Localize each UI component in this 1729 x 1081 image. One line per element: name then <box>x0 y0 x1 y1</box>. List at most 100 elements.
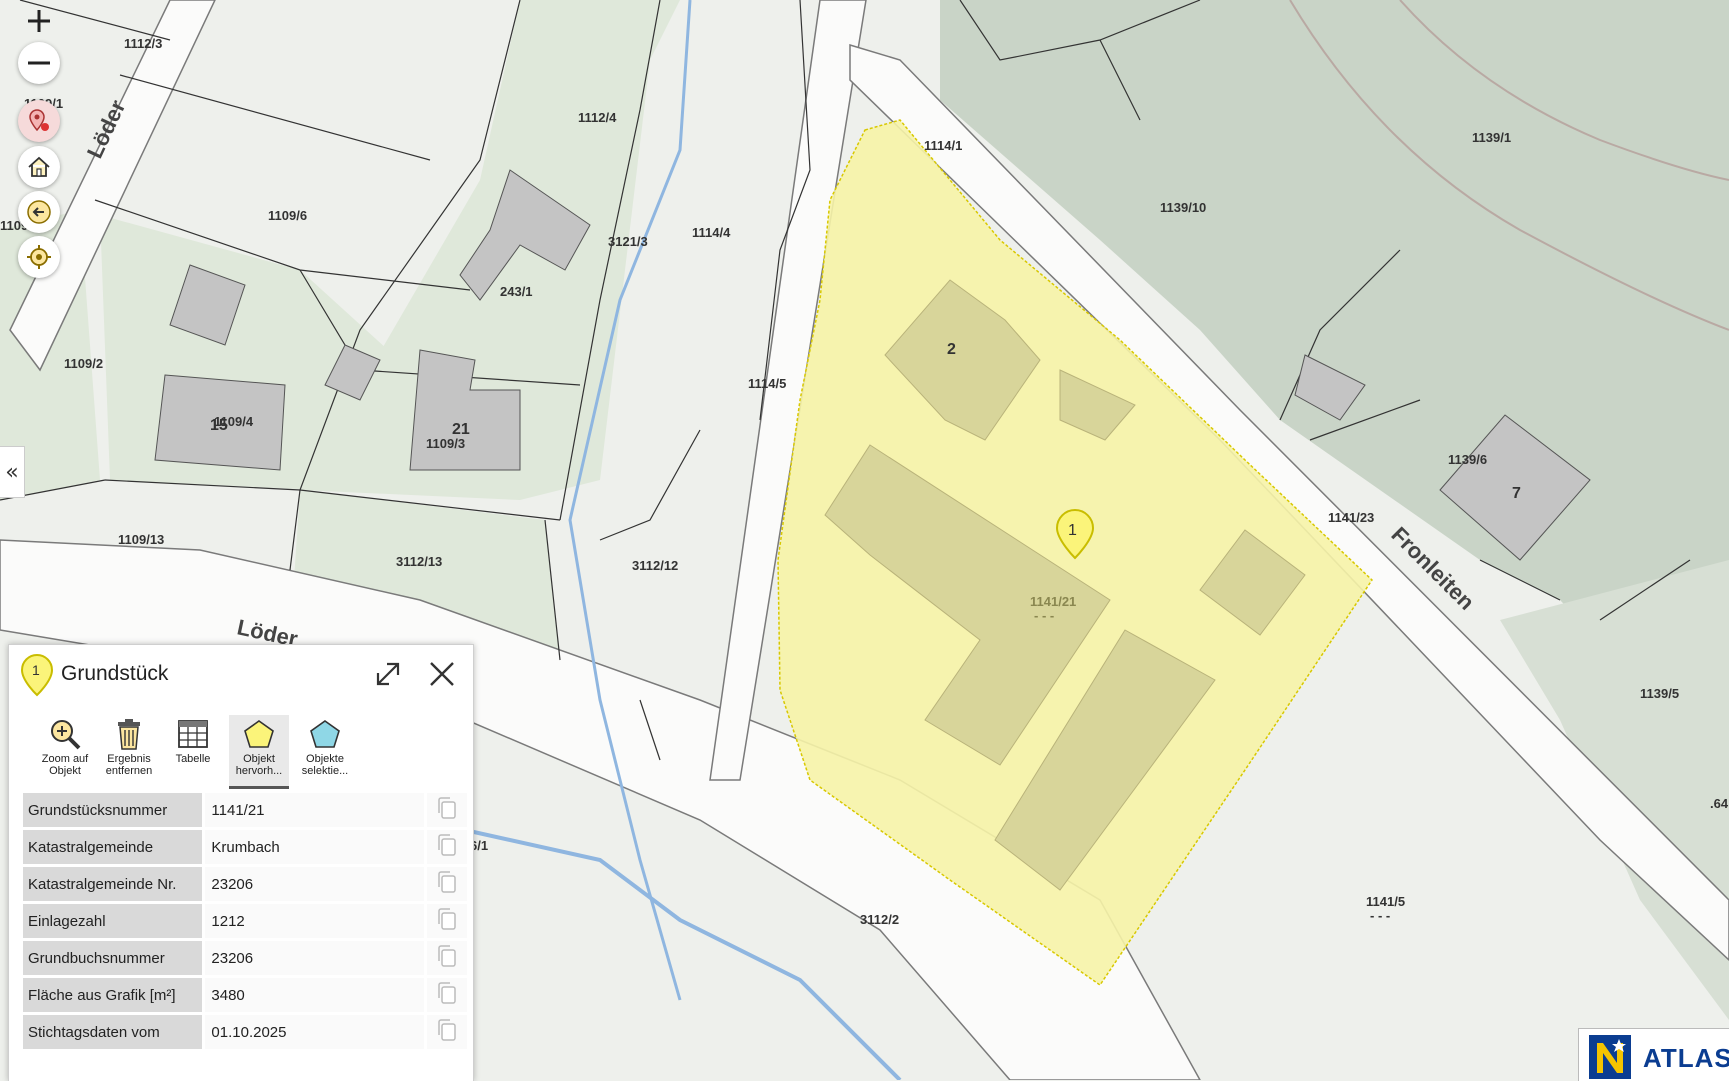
attribute-value: 23206 <box>202 939 426 978</box>
panel-header: 1 Grundstück <box>9 645 473 703</box>
tool-label: Objekt hervorh... <box>235 753 283 777</box>
attribute-value: 1212 <box>202 902 426 941</box>
attribute-key: Einlagezahl <box>23 902 204 941</box>
table-icon <box>178 720 208 748</box>
parcel-label-sub: - - - <box>1034 608 1054 623</box>
parcel-label: 1114/5 <box>748 376 786 391</box>
parcel-label: 3112/2 <box>860 912 899 927</box>
parcel-label-sub: - - - <box>1370 908 1390 923</box>
side-panel-toggle[interactable]: « <box>0 446 25 498</box>
parcel-label: 1114/4 <box>692 225 731 240</box>
copy-icon <box>438 797 456 819</box>
parcel-label: 3121/3 <box>608 234 648 249</box>
select-objects-button[interactable]: Objekte selektie... <box>295 715 355 789</box>
house-number: 15 <box>210 417 228 434</box>
parcel-label: 1139/1 <box>1472 130 1511 145</box>
parcel-label: 1139/10 <box>1160 200 1206 215</box>
attribute-key: Katastralgemeinde Nr. <box>23 865 204 904</box>
panel-marker-icon: 1 <box>19 653 55 702</box>
arrow-left-circle-icon <box>27 200 51 224</box>
attribute-key: Stichtagsdaten vom <box>23 1013 204 1052</box>
parcel-label: 3112/12 <box>632 558 678 573</box>
parcel-label: 1141/5 <box>1366 894 1405 909</box>
result-marker-label: 1 <box>1068 522 1077 539</box>
remove-result-button[interactable]: Ergebnis entfernen <box>99 715 159 789</box>
result-panel: 1 Grundstück Zoom auf Objekt Ergebnis en… <box>8 644 474 1081</box>
panel-title: Grundstück <box>61 662 169 685</box>
table-row: Katastralgemeinde Krumbach <box>23 828 467 867</box>
table-button[interactable]: Tabelle <box>163 715 223 789</box>
attribute-table: Grundstücksnummer 1141/21 Katastralgemei… <box>23 793 467 1052</box>
location-marker-button[interactable] <box>18 100 60 142</box>
highlight-object-icon <box>244 720 274 748</box>
copy-icon <box>438 834 456 856</box>
parcel-label: 1114/1 <box>924 138 962 153</box>
tool-label: Objekte selektie... <box>301 753 349 777</box>
expand-button[interactable] <box>373 659 403 689</box>
parcel-label: 243/1 <box>500 284 533 299</box>
tool-label: Ergebnis entfernen <box>105 753 153 777</box>
parcel-label: 1112/3 <box>124 36 162 51</box>
table-row: Fläche aus Grafik [m²] 3480 <box>23 976 467 1015</box>
house-number: 21 <box>452 421 470 438</box>
panel-marker-label: 1 <box>32 662 40 678</box>
parcel-label: 1109/6 <box>268 208 307 223</box>
plus-icon <box>28 10 50 32</box>
copy-icon <box>438 945 456 967</box>
close-icon <box>430 662 454 686</box>
copy-button[interactable] <box>423 793 467 830</box>
home-button[interactable] <box>18 146 60 188</box>
double-chevron-left-icon: « <box>5 459 19 485</box>
minus-icon <box>28 61 50 65</box>
table-row: Einlagezahl 1212 <box>23 902 467 941</box>
back-button[interactable] <box>18 191 60 233</box>
parcel-label: 1112/4 <box>578 110 617 125</box>
attribute-value: 23206 <box>202 865 426 904</box>
parcel-label: 1139/6 <box>1448 452 1487 467</box>
copy-icon <box>438 908 456 930</box>
zoom-to-object-button[interactable]: Zoom auf Objekt <box>35 715 95 789</box>
copy-button[interactable] <box>423 902 467 941</box>
attribute-key: Grundbuchsnummer <box>23 939 204 978</box>
parcel-label: 3112/13 <box>396 554 442 569</box>
attribute-key: Grundstücksnummer <box>23 793 204 830</box>
house-number: 7 <box>1512 485 1521 502</box>
close-button[interactable] <box>427 659 457 689</box>
copy-button[interactable] <box>423 1013 467 1052</box>
copy-icon <box>438 871 456 893</box>
copy-button[interactable] <box>423 828 467 867</box>
select-objects-icon <box>310 720 340 748</box>
highlight-object-button[interactable]: Objekt hervorh... <box>229 715 289 789</box>
zoom-to-object-icon <box>51 720 81 750</box>
atlas-logo[interactable]: ATLAS <box>1578 1028 1729 1081</box>
attribute-value: 3480 <box>202 976 426 1015</box>
parcel-label: 1141/21 <box>1030 594 1076 609</box>
atlas-logo-icon <box>1589 1035 1631 1079</box>
table-row: Katastralgemeinde Nr. 23206 <box>23 865 467 904</box>
copy-icon <box>438 982 456 1004</box>
copy-button[interactable] <box>423 865 467 904</box>
zoom-out-button[interactable] <box>18 42 60 84</box>
locate-me-button[interactable] <box>18 236 60 278</box>
table-row: Stichtagsdaten vom 01.10.2025 <box>23 1013 467 1052</box>
trash-icon <box>118 719 140 750</box>
parcel-label: 1109/2 <box>64 356 103 371</box>
attribute-value: 1141/21 <box>202 793 426 830</box>
house-number: 2 <box>947 341 956 358</box>
parcel-label: 1141/23 <box>1328 510 1374 525</box>
copy-button[interactable] <box>423 976 467 1015</box>
panel-toolbar: Zoom auf Objekt Ergebnis entfernen Tabel… <box>23 715 463 791</box>
parcel-label: 1109/13 <box>118 532 164 547</box>
tool-label: Zoom auf Objekt <box>41 753 89 777</box>
table-row: Grundbuchsnummer 23206 <box>23 939 467 978</box>
table-row: Grundstücksnummer 1141/21 <box>23 793 467 830</box>
atlas-logo-text: ATLAS <box>1643 1043 1729 1073</box>
copy-button[interactable] <box>423 939 467 978</box>
parcel-label: 1109/3 <box>426 436 465 451</box>
copy-icon <box>438 1019 456 1041</box>
attribute-value: 01.10.2025 <box>202 1013 426 1052</box>
expand-icon <box>376 662 400 686</box>
zoom-in-button[interactable] <box>18 0 60 42</box>
attribute-key: Katastralgemeinde <box>23 828 204 867</box>
parcel-label: 1139/5 <box>1640 686 1679 701</box>
